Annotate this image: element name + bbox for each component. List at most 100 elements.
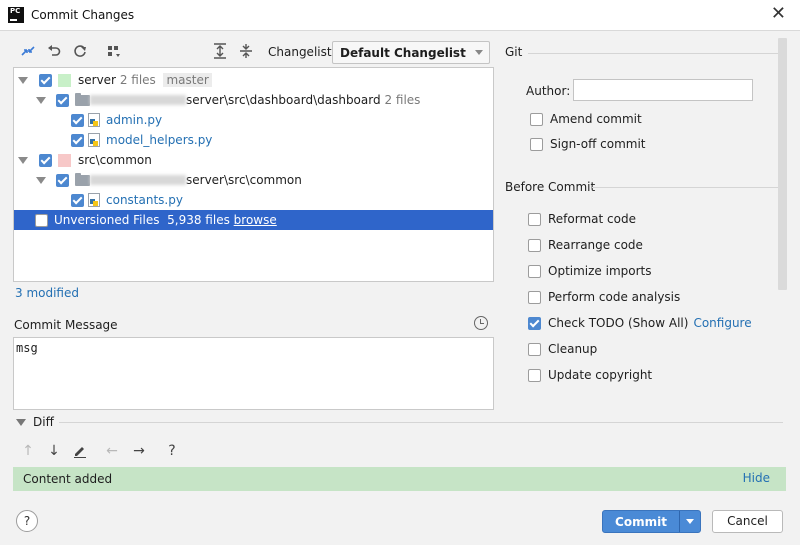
checkbox-label: Update copyright: [548, 368, 653, 382]
perform-code-analysis-checkbox[interactable]: Perform code analysis: [528, 290, 680, 304]
checkbox-box[interactable]: [528, 316, 541, 330]
expand-triangle-icon[interactable]: [18, 156, 28, 164]
row-checkbox[interactable]: [39, 73, 52, 87]
changelist-value: Default Changelist: [340, 46, 466, 60]
separator: [59, 422, 783, 423]
chevron-down-icon: [475, 50, 483, 55]
tree-row-server[interactable]: server 2 files master: [14, 70, 493, 90]
checkbox-box[interactable]: [528, 368, 541, 382]
checkbox-label: Perform code analysis: [548, 290, 681, 304]
rollback-icon[interactable]: [45, 42, 63, 60]
expand-triangle-icon[interactable]: [18, 76, 28, 84]
cancel-button[interactable]: Cancel: [712, 510, 783, 533]
diff-label: Diff: [33, 415, 54, 429]
checkbox-label: Cleanup: [548, 342, 598, 356]
update-copyright-checkbox[interactable]: Update copyright: [528, 368, 652, 382]
row-checkbox[interactable]: [71, 193, 84, 207]
commit-button[interactable]: Commit: [602, 510, 701, 533]
tree-row-constants-py[interactable]: constants.py: [14, 190, 493, 210]
optimize-imports-checkbox[interactable]: Optimize imports: [528, 264, 652, 278]
row-checkbox[interactable]: [56, 173, 69, 187]
down-arrow-icon[interactable]: ↓: [46, 443, 62, 459]
commit-button-label: Commit: [615, 515, 667, 529]
show-diff-icon[interactable]: [19, 42, 37, 60]
redacted-path: [90, 95, 186, 105]
tree-row-unversioned-files[interactable]: Unversioned Files 5,938 files browse: [14, 210, 493, 230]
separator: [592, 187, 786, 188]
tree-row-model-helpers-py[interactable]: model_helpers.py: [14, 130, 493, 150]
right-arrow-icon[interactable]: →: [131, 443, 147, 459]
checkbox-box[interactable]: [530, 137, 543, 151]
separator: [528, 53, 786, 54]
tree-row-src-common[interactable]: src\common: [14, 150, 493, 170]
row-checkbox[interactable]: [56, 93, 69, 107]
signoff-commit-checkbox[interactable]: Sign-off commit: [530, 137, 646, 151]
checkbox-box[interactable]: [528, 342, 541, 356]
row-checkbox[interactable]: [71, 133, 84, 147]
edit-icon[interactable]: [72, 443, 88, 459]
close-icon[interactable]: ✕: [771, 5, 786, 23]
options-scrollbar[interactable]: [778, 38, 787, 290]
git-section-label: Git: [505, 45, 523, 59]
module-color-swatch: [58, 73, 71, 87]
expand-triangle-icon[interactable]: [36, 176, 46, 184]
redacted-path: [90, 175, 186, 185]
help-icon[interactable]: ?: [164, 443, 180, 459]
window-title: Commit Changes: [31, 8, 135, 22]
check-todo-checkbox[interactable]: Check TODO (Show All) Configure: [528, 316, 752, 330]
row-checkbox[interactable]: [71, 113, 84, 127]
up-arrow-icon[interactable]: ↑: [20, 443, 36, 459]
checkbox-box[interactable]: [530, 112, 543, 126]
branch-tag: master: [163, 73, 212, 87]
expand-triangle-icon[interactable]: [36, 96, 46, 104]
node-label: server\src\common: [186, 173, 302, 187]
title-bar: PC Commit Changes ✕: [0, 0, 800, 31]
expand-all-icon[interactable]: [211, 42, 229, 60]
collapse-all-icon[interactable]: [237, 42, 255, 60]
checkbox-box[interactable]: [528, 212, 541, 226]
row-checkbox[interactable]: [39, 153, 52, 167]
cleanup-checkbox[interactable]: Cleanup: [528, 342, 597, 356]
history-clock-icon[interactable]: [474, 316, 488, 330]
configure-link[interactable]: Configure: [693, 316, 751, 330]
changelist-dropdown[interactable]: Default Changelist: [332, 41, 490, 64]
changelist-label: Changelist:: [268, 45, 336, 59]
changes-tree[interactable]: server 2 files master server\src\dashboa…: [13, 67, 494, 282]
tree-row-common-folder[interactable]: server\src\common: [14, 170, 493, 190]
checkbox-box[interactable]: [528, 290, 541, 304]
checkbox-label: Optimize imports: [548, 264, 652, 278]
left-arrow-icon[interactable]: ←: [104, 443, 120, 459]
modified-count: 3 modified: [15, 286, 79, 300]
amend-commit-checkbox[interactable]: Amend commit: [530, 112, 642, 126]
diff-status-banner: Content added Hide: [13, 467, 786, 491]
tree-row-admin-py[interactable]: admin.py: [14, 110, 493, 130]
commit-message-input[interactable]: msg: [13, 337, 494, 410]
group-by-icon[interactable]: [105, 42, 123, 60]
chevron-down-icon[interactable]: [686, 519, 694, 524]
checkbox-box[interactable]: [528, 238, 541, 252]
node-label: constants.py: [106, 193, 183, 207]
folder-icon: [75, 92, 90, 106]
checkbox-box[interactable]: [528, 264, 541, 278]
diff-status-text: Content added: [23, 472, 113, 486]
checkbox-label: Sign-off commit: [550, 137, 646, 151]
author-input[interactable]: [573, 79, 753, 101]
help-button[interactable]: ?: [16, 510, 38, 532]
tree-row-dashboard-folder[interactable]: server\src\dashboard\dashboard 2 files: [14, 90, 493, 110]
python-file-icon: [88, 133, 100, 147]
checkbox-label: Amend commit: [550, 112, 642, 126]
python-file-icon: [88, 193, 100, 207]
node-label: model_helpers.py: [106, 133, 213, 147]
row-checkbox[interactable]: [35, 213, 48, 227]
python-file-icon: [88, 113, 100, 127]
browse-link[interactable]: browse: [234, 213, 277, 227]
hide-link[interactable]: Hide: [743, 471, 770, 485]
refresh-icon[interactable]: [71, 42, 89, 60]
checkbox-label: Reformat code: [548, 212, 636, 226]
node-label: src\common: [78, 153, 152, 167]
pycharm-app-icon: PC: [8, 7, 24, 23]
collapse-triangle-icon[interactable]: [16, 419, 26, 426]
checkbox-label: Rearrange code: [548, 238, 643, 252]
reformat-code-checkbox[interactable]: Reformat code: [528, 212, 636, 226]
rearrange-code-checkbox[interactable]: Rearrange code: [528, 238, 643, 252]
